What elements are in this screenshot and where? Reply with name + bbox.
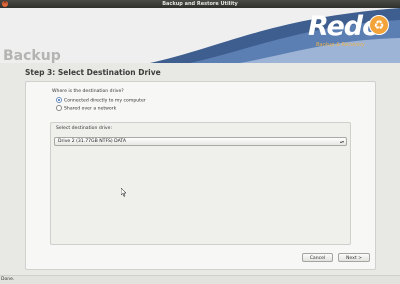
step-title: Step 3: Select Destination Drive <box>25 68 161 77</box>
radio-direct[interactable] <box>56 97 62 103</box>
redo-logo: Redo ♻ Backup & Recovery <box>306 11 396 55</box>
recycle-icon: ♻ <box>369 15 389 35</box>
dropdown-arrow-icon[interactable]: ▴▾ <box>340 138 344 145</box>
destination-question: Where is the destination drive? <box>52 89 124 94</box>
drive-select-label: Select destination drive: <box>56 126 113 131</box>
option-direct-label: Connected directly to my computer <box>64 98 146 104</box>
app-header: Redo ♻ Backup & Recovery Backup <box>0 8 400 63</box>
window-title: Backup and Restore Utility <box>162 1 238 7</box>
option-direct[interactable]: Connected directly to my computer <box>56 97 146 104</box>
mouse-pointer-icon <box>121 188 127 197</box>
radio-network[interactable] <box>56 105 62 111</box>
option-network-label: Shared over a network <box>64 106 117 112</box>
drive-dropdown[interactable]: Drive 2 (31.77GB NTFS) DATA ▴▾ <box>54 137 347 146</box>
cancel-button[interactable]: Cancel <box>302 253 333 262</box>
title-bar: Backup and Restore Utility <box>0 0 400 8</box>
drive-select-group: Select destination drive: Drive 2 (31.77… <box>50 122 351 245</box>
option-network[interactable]: Shared over a network <box>56 105 116 112</box>
page-title: Backup <box>3 48 61 63</box>
logo-tagline: Backup & Recovery <box>316 42 365 48</box>
wizard-panel: Where is the destination drive? Connecte… <box>25 81 376 270</box>
next-button[interactable]: Next > <box>338 253 370 262</box>
drive-dropdown-value: Drive 2 (31.77GB NTFS) DATA <box>58 139 127 144</box>
